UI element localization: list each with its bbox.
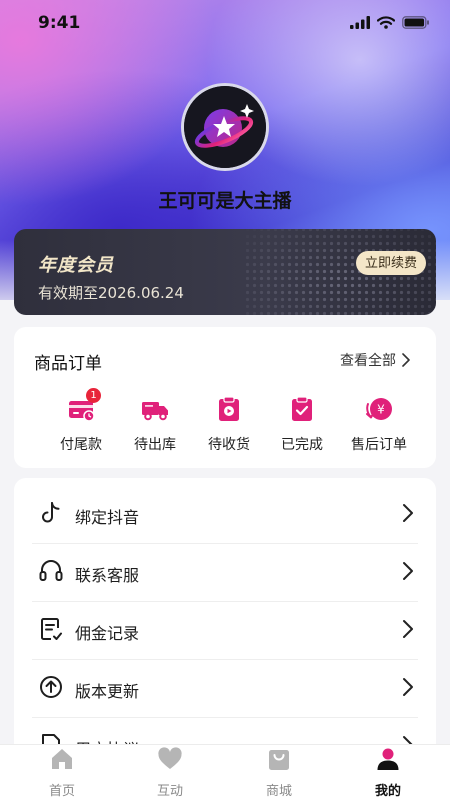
tab-mall[interactable]: 商城 [223, 745, 335, 800]
avatar-logo-icon [184, 86, 266, 168]
order-after-sales[interactable]: ¥ 售后订单 [342, 395, 416, 454]
order-awaiting-shipment[interactable]: 待出库 [118, 395, 192, 454]
product-orders-card: 商品订单 查看全部 1 付尾款 待出库 待收货 已完成 ¥ 售后订单 [14, 327, 436, 468]
order-completed[interactable]: 已完成 [265, 395, 339, 454]
menu-item-label: 佣金记录 [75, 624, 140, 643]
menu-item-contact-support[interactable]: 联系客服 [32, 544, 418, 602]
order-pending-payment[interactable]: 1 付尾款 [44, 388, 118, 454]
heart-icon [158, 747, 182, 769]
tab-label: 首页 [48, 784, 75, 799]
chevron-right-icon [403, 678, 413, 696]
status-icons [350, 16, 430, 29]
view-all-label: 查看全部 [340, 353, 396, 369]
tab-label: 互动 [156, 784, 183, 799]
wifi-icon [377, 16, 395, 29]
status-bar: 9:41 [0, 0, 450, 46]
menu-item-label: 联系客服 [75, 566, 140, 585]
vip-expire-date: 有效期至2026.06.24 [38, 284, 184, 302]
after-sales-icon: ¥ [365, 395, 393, 423]
menu-item-label: 绑定抖音 [75, 508, 140, 527]
tiktok-icon [42, 502, 60, 523]
order-label: 售后订单 [351, 437, 407, 453]
tab-interaction[interactable]: 互动 [114, 745, 226, 800]
pending-payment-badge: 1 [86, 388, 101, 403]
settings-menu: 绑定抖音 联系客服 佣金记录 版本更新 [14, 478, 436, 778]
status-time: 9:41 [38, 13, 81, 33]
order-label: 待收货 [208, 437, 250, 453]
commission-record-icon [41, 618, 62, 640]
bottom-tab-bar: 首页 互动 商城 我的 [0, 744, 450, 800]
vip-membership-card[interactable]: 年度会员 有效期至2026.06.24 立即续费 [14, 229, 436, 315]
person-icon [377, 748, 399, 770]
order-label: 付尾款 [60, 437, 102, 453]
shopping-bag-icon [269, 750, 289, 770]
order-label: 待出库 [134, 437, 176, 453]
menu-item-label: 版本更新 [75, 682, 140, 701]
menu-item-version-update[interactable]: 版本更新 [32, 660, 418, 718]
payment-card-icon: 1 [67, 388, 101, 423]
headset-icon [39, 560, 63, 581]
svg-text:¥: ¥ [377, 403, 385, 417]
vip-title: 年度会员 [38, 255, 114, 276]
orders-title: 商品订单 [34, 354, 102, 374]
home-icon [52, 749, 72, 769]
avatar[interactable] [181, 83, 269, 171]
order-label: 已完成 [281, 437, 323, 453]
username: 王可可是大主播 [158, 190, 292, 212]
tab-label: 我的 [374, 784, 401, 799]
order-awaiting-receipt[interactable]: 待收货 [192, 395, 266, 454]
menu-item-bind-douyin[interactable]: 绑定抖音 [32, 486, 418, 544]
package-receive-icon [215, 395, 243, 423]
tab-home[interactable]: 首页 [6, 745, 118, 800]
renew-button[interactable]: 立即续费 [355, 251, 426, 275]
chevron-right-icon [403, 620, 413, 638]
upload-arrow-icon [40, 676, 62, 698]
delivery-truck-icon [141, 395, 169, 423]
completed-clipboard-icon [288, 395, 316, 423]
tab-mine[interactable]: 我的 [332, 745, 444, 800]
chevron-right-icon [403, 562, 413, 580]
battery-icon [402, 16, 429, 29]
chevron-right-icon [402, 353, 410, 367]
cellular-signal-icon [350, 16, 370, 29]
tab-label: 商城 [265, 784, 292, 799]
chevron-right-icon [403, 504, 413, 522]
view-all-orders-link[interactable]: 查看全部 [340, 350, 410, 370]
menu-item-commission-records[interactable]: 佣金记录 [32, 602, 418, 660]
